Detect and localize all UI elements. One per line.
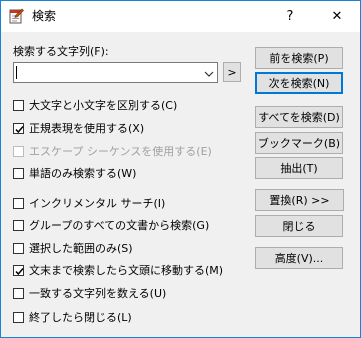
text-caret <box>16 66 17 79</box>
notepad-pencil-icon <box>9 8 24 24</box>
expand-button[interactable]: > <box>223 62 241 82</box>
option-checkbox[interactable]: グループのすべての文書から検索(G) <box>13 218 209 232</box>
checkbox-unchecked-icon[interactable] <box>13 287 24 299</box>
option-checkbox[interactable]: 正規表現を使用する(X) <box>13 121 144 135</box>
option-checkbox[interactable]: 終了したら閉じる(L) <box>13 310 132 324</box>
close-window-button[interactable]: ✕ <box>314 1 360 32</box>
close-button[interactable]: 閉じる <box>255 215 343 237</box>
checkbox-unchecked-icon[interactable] <box>13 242 24 254</box>
help-button[interactable]: ? <box>267 1 313 32</box>
option-checkbox[interactable]: インクリメンタル サーチ(I) <box>13 196 165 210</box>
search-label: 検索する文字列(F): <box>13 45 109 58</box>
option-checkbox[interactable]: 文末まで検索したら文頭に移動する(M) <box>13 263 223 277</box>
option-label: 単語のみ検索する(W) <box>29 167 137 180</box>
checkbox-unchecked-icon[interactable] <box>13 197 24 209</box>
option-label: 文末まで検索したら文頭に移動する(M) <box>29 264 224 277</box>
extract-button[interactable]: 抽出(T) <box>255 157 343 179</box>
option-label: インクリメンタル サーチ(I) <box>29 197 166 210</box>
checkbox-checked-icon[interactable] <box>13 122 24 134</box>
option-label: 正規表現を使用する(X) <box>29 122 145 135</box>
option-label: 一致する文字列を数える(U) <box>29 287 167 300</box>
checkbox-checked-icon[interactable] <box>13 264 24 276</box>
replace-button[interactable]: 置換(R) >> <box>255 189 344 211</box>
checkbox-unchecked-icon[interactable] <box>13 167 24 179</box>
checkbox-unchecked-icon[interactable] <box>13 219 24 231</box>
find-dialog: 検索 ? ✕ 検索する文字列(F): > 大文字と小文字を区別する(C) 正規表現… <box>0 0 361 338</box>
option-label: エスケープ シーケンスを使用する(E) <box>29 145 212 158</box>
option-label: 終了したら閉じる(L) <box>29 311 132 324</box>
option-checkbox: エスケープ シーケンスを使用する(E) <box>13 144 212 158</box>
option-label: グループのすべての文書から検索(G) <box>29 219 210 232</box>
option-checkbox[interactable]: 選択した範囲のみ(S) <box>13 241 133 255</box>
find-prev-button[interactable]: 前を検索(P) <box>255 47 343 69</box>
window-title: 検索 <box>32 9 57 23</box>
checkbox-unchecked-icon <box>13 145 24 157</box>
checkbox-unchecked-icon[interactable] <box>13 311 24 323</box>
find-next-button[interactable]: 次を検索(N) <box>255 72 343 94</box>
option-checkbox[interactable]: 大文字と小文字を区別する(C) <box>13 98 177 112</box>
option-label: 大文字と小文字を区別する(C) <box>29 99 178 112</box>
search-input[interactable] <box>13 62 218 83</box>
checkbox-unchecked-icon[interactable] <box>13 99 24 111</box>
option-checkbox[interactable]: 一致する文字列を数える(U) <box>13 286 166 300</box>
advanced-button[interactable]: 高度(V)... <box>255 247 343 269</box>
bookmark-button[interactable]: ブックマーク(B) <box>255 132 343 154</box>
option-label: 選択した範囲のみ(S) <box>29 242 133 255</box>
title-bar: 検索 ? ✕ <box>1 1 360 32</box>
find-all-button[interactable]: すべてを検索(D) <box>255 106 343 128</box>
chevron-down-icon[interactable] <box>204 68 214 77</box>
option-checkbox[interactable]: 単語のみ検索する(W) <box>13 166 136 180</box>
